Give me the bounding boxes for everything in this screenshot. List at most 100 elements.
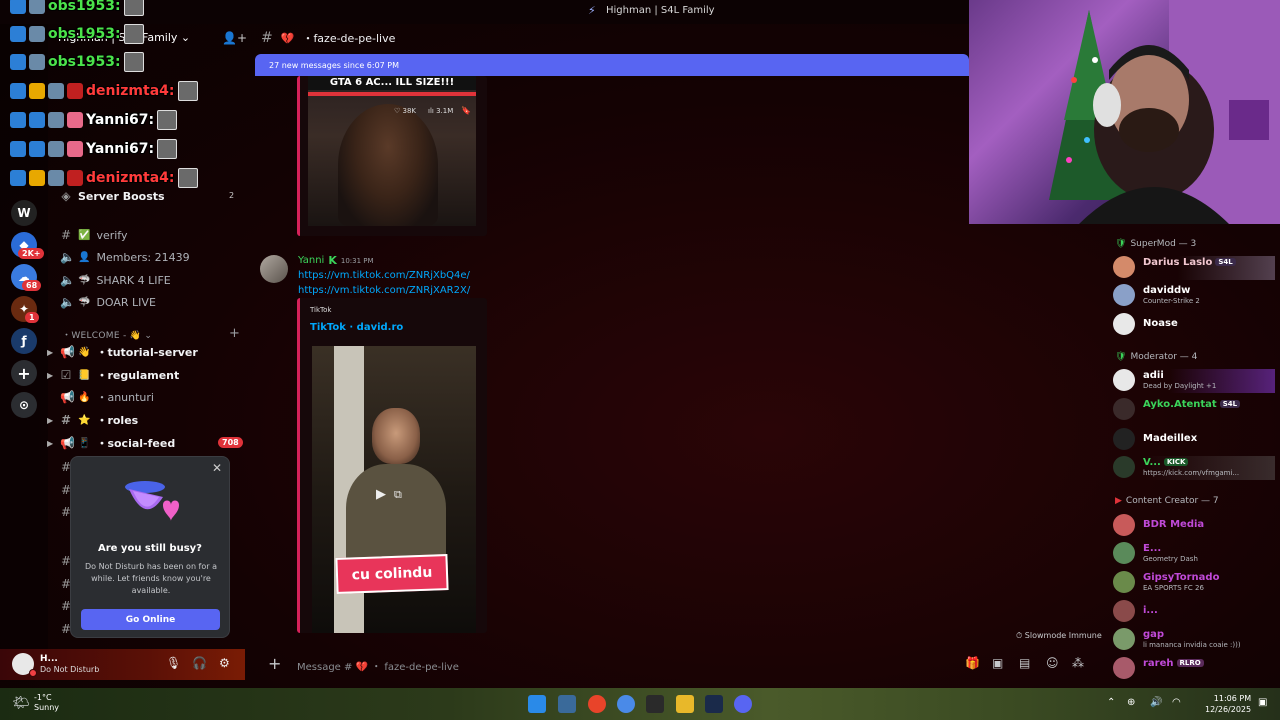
start-icon[interactable]	[528, 695, 546, 713]
go-online-button[interactable]: Go Online	[81, 609, 220, 630]
new-messages-bar[interactable]: 27 new messages since 6:07 PM	[255, 54, 969, 76]
member-item[interactable]: Noase	[1113, 313, 1275, 337]
channel-shark[interactable]: 🔈 🦈 SHARK 4 LIFE	[60, 271, 171, 289]
bookmark-icon[interactable]: 🔖	[461, 106, 471, 115]
member-item[interactable]: rareh RLRO	[1113, 657, 1275, 681]
weather-widget[interactable]: -1°C Sunny	[34, 693, 59, 713]
gift-icon[interactable]: 🎁	[965, 656, 980, 670]
member-item[interactable]: GipsyTornado EA SPORTS FC 26	[1113, 571, 1275, 595]
network-icon[interactable]: ⊕	[1127, 697, 1135, 708]
dnd-reminder-popup: ✕ Are you still busy? Do Not Disturb has…	[70, 456, 230, 638]
member-activity: li mananca invidia coaie :)))	[1143, 641, 1241, 649]
mod-icon: 🛡	[1115, 352, 1127, 362]
weather-icon[interactable]: 🌤	[12, 695, 30, 711]
app-icon[interactable]	[646, 695, 664, 713]
add-server-icon[interactable]: +	[11, 360, 37, 386]
video-caption-sticker: cu colindu	[335, 554, 449, 594]
close-icon[interactable]: ✕	[212, 461, 222, 475]
open-external-icon[interactable]: ⧉	[394, 488, 402, 502]
overlay-chat-line: Yanni67:	[10, 110, 178, 130]
overlay-chat-line: obs1953:	[10, 52, 144, 72]
video-thumbnail[interactable]: ▶ ⧉ cu colindu	[312, 346, 476, 633]
username[interactable]: H...	[40, 654, 58, 664]
steam-icon[interactable]	[705, 695, 723, 713]
member-item[interactable]: V... KICK https://kick.com/vfmgami...	[1113, 456, 1275, 480]
member-item[interactable]: Ayko.Atentat S4L	[1113, 398, 1275, 422]
sticker-icon[interactable]: ▤	[1019, 656, 1030, 670]
member-activity: EA SPORTS FC 26	[1143, 584, 1204, 592]
gif-icon[interactable]: ▣	[992, 656, 1003, 670]
megaphone-icon: 📢	[60, 345, 75, 359]
message-input[interactable]: Message # 💔 ・ faze-de-pe-live	[297, 658, 459, 673]
member-item[interactable]: daviddw Counter-Strike 2	[1113, 284, 1275, 308]
attach-plus-icon[interactable]: +	[268, 654, 281, 673]
category-welcome[interactable]: ・WELCOME - 👋 ⌄	[62, 328, 152, 341]
boost-count: 2	[229, 191, 235, 200]
message-author[interactable]: Yanni	[298, 255, 324, 266]
emoji-icon[interactable]: ☺	[1046, 656, 1059, 670]
channel-header: # 💔 ・faze-de-pe-live	[255, 28, 969, 48]
volume-icon[interactable]: 🔊	[1150, 697, 1162, 708]
overlay-chat-line: obs1953:	[10, 0, 144, 16]
embed-title[interactable]: TikTok · david.ro	[310, 322, 403, 333]
discord-icon[interactable]	[734, 695, 752, 713]
invite-icon[interactable]: 👤+	[222, 31, 247, 45]
member-item[interactable]: adii Dead by Daylight +1	[1113, 369, 1275, 393]
clock[interactable]: 11:06 PM 12/26/2025	[1205, 693, 1251, 715]
add-channel-icon[interactable]: +	[229, 326, 240, 341]
microphone-icon[interactable]: 🎙	[166, 656, 181, 670]
channel-regulament[interactable]: ☑ 📒 ・regulament	[60, 366, 180, 384]
channel-anunturi[interactable]: 📢 🔥 ・anunturi	[60, 388, 154, 406]
member-item[interactable]: Madeillex	[1113, 428, 1275, 452]
caret-icon: ▶	[47, 416, 54, 425]
member-item[interactable]: gap li mananca invidia coaie :)))	[1113, 628, 1275, 652]
gear-icon[interactable]: ⚙	[219, 656, 230, 670]
caption-underline	[308, 92, 476, 96]
play-icon[interactable]: ▶	[376, 487, 386, 502]
member-name: adii	[1143, 370, 1164, 381]
member-item[interactable]: E... Geometry Dash	[1113, 542, 1275, 566]
server-icon-w[interactable]: W	[11, 200, 37, 226]
member-name: GipsyTornado	[1143, 572, 1220, 583]
member-name: rareh RLRO	[1143, 658, 1204, 669]
channel-title: ・faze-de-pe-live	[302, 32, 396, 45]
member-name: BDR Media	[1143, 519, 1205, 530]
webcam-overlay	[969, 0, 1280, 224]
overlay-chat-line: denizmta4:	[10, 81, 198, 101]
server-icon[interactable]: ƒ	[11, 328, 37, 354]
channel-verify[interactable]: # ✅ verify	[60, 226, 128, 244]
avatar[interactable]	[260, 255, 288, 283]
likes-count: ♡ 38K	[394, 107, 417, 115]
member-name: Ayko.Atentat S4L	[1143, 399, 1241, 410]
channel-doar-live[interactable]: 🔈 🦈 DOAR LIVE	[60, 293, 156, 311]
apps-icon[interactable]: ⁂	[1072, 656, 1084, 670]
views-count: ılı 3.1M	[428, 107, 454, 115]
channel-tutorial-server[interactable]: 📢 👋 ・tutorial-server	[60, 343, 198, 361]
avatar	[1113, 313, 1135, 335]
task-view-icon[interactable]	[558, 695, 576, 713]
discover-icon[interactable]: ⊙	[11, 392, 37, 418]
member-group-header: 🛡 SuperMod — 3	[1115, 239, 1197, 249]
headphones-icon[interactable]: 🎧	[192, 656, 207, 670]
channel-social-feed[interactable]: 📢 📱 ・social-feed	[60, 434, 175, 452]
channel-members[interactable]: 🔈 👤 Members: 21439	[60, 248, 190, 266]
notification-icon[interactable]: ▣	[1258, 697, 1267, 708]
message-link[interactable]: https://vm.tiktok.com/ZNRjXbQ4e/	[298, 268, 470, 283]
message-link[interactable]: https://vm.tiktok.com/ZNRjXAR2X/	[298, 283, 470, 298]
hash-icon: #	[60, 228, 72, 242]
popup-message: Do Not Disturb has been on for a while. …	[85, 562, 217, 595]
member-item[interactable]: Darius Laslo S4L	[1113, 256, 1275, 280]
server-boosts[interactable]: ◈ Server Boosts	[60, 187, 164, 205]
chevron-up-icon[interactable]: ⌃	[1107, 697, 1115, 708]
file-explorer-icon[interactable]	[676, 695, 694, 713]
app-icon[interactable]	[617, 695, 635, 713]
member-item[interactable]: i...	[1113, 600, 1275, 624]
megaphone-icon: 📢	[60, 436, 75, 450]
video-thumbnail[interactable]: GTA 6 AC... ILL SIZE!!! ♡ 38K ılı 3.1M 🔖	[308, 76, 476, 226]
member-item[interactable]: BDR Media	[1113, 514, 1275, 538]
channel-roles[interactable]: # ⭐ ・roles	[60, 411, 138, 429]
avatar	[1113, 514, 1135, 536]
message-body: https://vm.tiktok.com/ZNRjXbQ4e/ https:/…	[298, 268, 470, 298]
wifi-icon[interactable]: ◠	[1172, 697, 1181, 708]
brave-browser-icon[interactable]	[588, 695, 606, 713]
